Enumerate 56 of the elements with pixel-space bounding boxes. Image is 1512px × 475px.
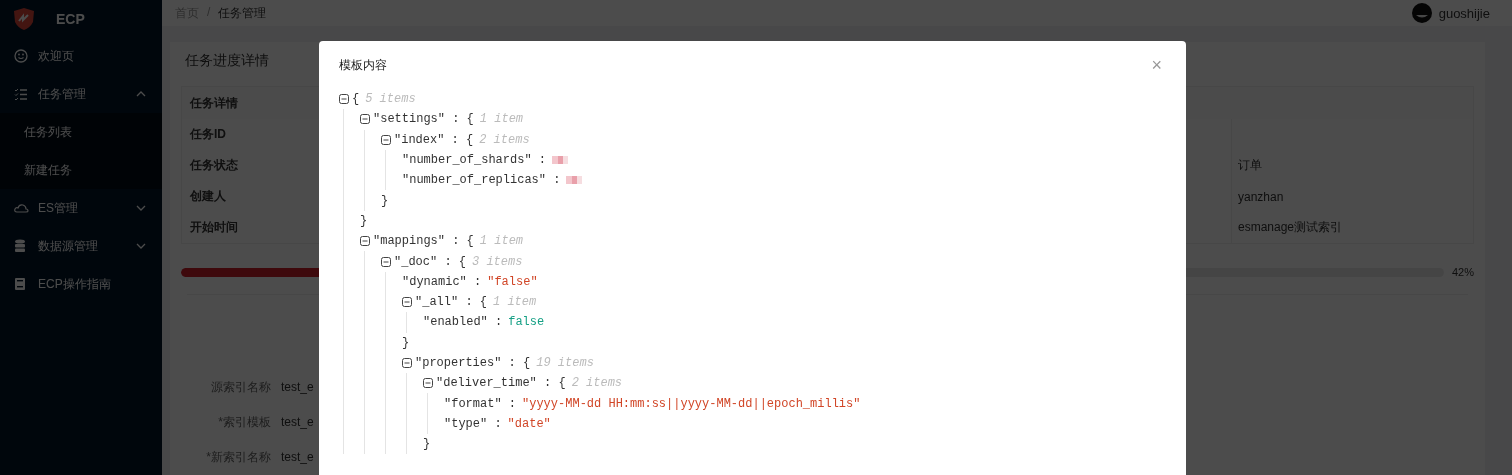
item-count: 1 item — [493, 295, 537, 310]
app-logo-text: ECP — [56, 10, 85, 27]
json-key: "_doc" : { — [394, 254, 466, 269]
item-count: 1 item — [479, 234, 524, 249]
json-value: "false" — [487, 274, 538, 289]
json-key: "index" : { — [394, 132, 474, 147]
item-count: 5 items — [365, 92, 416, 107]
table-label: 开始时间 — [189, 219, 239, 236]
item-count: 2 items — [479, 132, 530, 147]
json-key: "settings" : { — [373, 112, 474, 127]
json-key: { — [352, 92, 360, 107]
redacted-value — [552, 156, 569, 165]
close-button[interactable]: × — [1147, 54, 1166, 76]
json-key: "number_of_replicas" : — [402, 173, 561, 188]
json-value: "date" — [507, 416, 551, 431]
table-cell: 订单 — [1238, 157, 1262, 174]
table-label: 任务状态 — [189, 157, 239, 174]
table-label: 任务ID — [189, 126, 227, 143]
form-value: test_e — [281, 415, 314, 429]
collapse-toggle-icon[interactable] — [360, 236, 370, 247]
json-value: false — [508, 315, 545, 330]
item-count: 2 items — [571, 376, 623, 391]
form-value: test_e — [281, 450, 314, 464]
closing-brace: } — [423, 437, 431, 452]
json-key: "type" : — [444, 416, 502, 431]
json-key: "mappings" : { — [373, 234, 474, 249]
json-key: "number_of_shards" : — [402, 153, 547, 168]
json-key: "enabled" : — [423, 315, 503, 330]
json-key: "dynamic" : — [402, 274, 482, 289]
form-value: test_e — [281, 380, 314, 394]
collapse-toggle-icon[interactable] — [339, 94, 349, 105]
modal-title: 模板内容 — [339, 56, 387, 74]
closing-brace: } — [381, 193, 389, 208]
collapse-toggle-icon[interactable] — [381, 256, 391, 267]
progress-reading: 42% — [1451, 266, 1474, 278]
item-count: 19 items — [536, 356, 594, 370]
collapse-toggle-icon[interactable] — [402, 297, 412, 308]
json-value: "yyyy-MM-dd HH:mm:ss||yyyy-MM-dd||epoch_millis" — [522, 396, 861, 411]
collapse-toggle-icon[interactable] — [402, 358, 412, 368]
table-label: 创建人 — [189, 188, 227, 205]
closing-brace: } — [402, 335, 410, 350]
collapse-toggle-icon[interactable] — [423, 378, 433, 389]
user-name[interactable]: guoshijie — [1438, 5, 1490, 21]
redacted-value — [566, 176, 583, 185]
collapse-toggle-icon[interactable] — [381, 134, 391, 145]
breadcrumb-separator: / — [207, 4, 211, 21]
json-key: "format" : — [444, 396, 516, 411]
item-count: 1 item — [479, 112, 524, 127]
closing-brace: } — [360, 213, 368, 228]
collapse-toggle-icon[interactable] — [360, 114, 370, 125]
item-count: 3 items — [472, 254, 523, 269]
card-title: 任务进度详情 — [184, 51, 269, 70]
json-key: "deliver_time" : { — [436, 376, 566, 391]
table-cell: yanzhan — [1238, 189, 1284, 204]
json-key: "properties" : { — [415, 356, 531, 370]
json-key: "_all" : { — [415, 295, 487, 310]
